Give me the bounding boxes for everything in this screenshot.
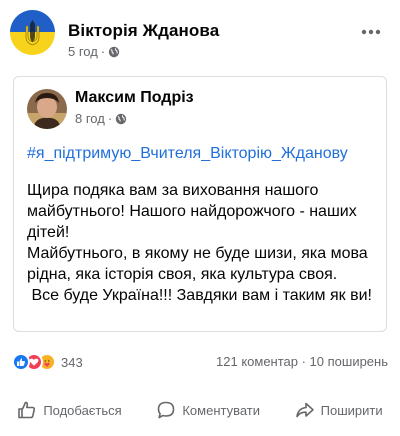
comment-icon (158, 401, 175, 419)
shared-post-meta: 8 год · (75, 111, 127, 126)
reactions-count: 343 (61, 354, 83, 370)
more-icon (361, 29, 381, 35)
author-avatar[interactable] (10, 10, 55, 55)
share-icon (295, 402, 314, 418)
reactions-summary[interactable]: 343 (12, 353, 83, 371)
post-meta: 5 год · (68, 44, 120, 59)
share-button[interactable]: Поширити (295, 400, 383, 420)
thumbs-up-icon (18, 401, 36, 419)
globe-icon (115, 113, 127, 124)
hashtag-link[interactable]: #я_підтримую_Вчителя_Вікторію_Жданову (27, 145, 348, 163)
post-time[interactable]: 5 год (68, 44, 98, 59)
share-label: Поширити (320, 402, 383, 418)
post-actions: Подобається Коментувати Поширити (0, 393, 400, 427)
like-button[interactable]: Подобається (17, 400, 122, 420)
more-options-button[interactable] (358, 20, 384, 44)
post-stats: 343 121 коментар · 10 поширень (12, 352, 388, 374)
post-header: Вікторія Жданова 5 год · (10, 10, 390, 60)
comments-shares-count[interactable]: 121 коментар · 10 поширень (216, 354, 388, 369)
shared-author-name[interactable]: Максим Подріз (75, 89, 194, 107)
like-reaction-icon (12, 353, 30, 371)
author-name[interactable]: Вікторія Жданова (68, 21, 219, 41)
shared-post-card[interactable]: Максим Подріз 8 год · #я_підтримую_Вчите… (13, 76, 387, 332)
comment-button[interactable]: Коментувати (156, 400, 260, 420)
shared-post-time[interactable]: 8 год (75, 111, 105, 126)
shared-author-avatar[interactable] (27, 89, 67, 129)
globe-icon (108, 46, 120, 57)
profile-photo (27, 89, 67, 129)
comment-label: Коментувати (182, 402, 261, 418)
ukraine-flag-icon (10, 10, 55, 55)
post-text: Щира подяка вам за виховання нашого майб… (27, 182, 372, 304)
meta-separator: · (107, 111, 113, 126)
like-label: Подобається (43, 402, 122, 418)
meta-separator: · (100, 44, 106, 59)
